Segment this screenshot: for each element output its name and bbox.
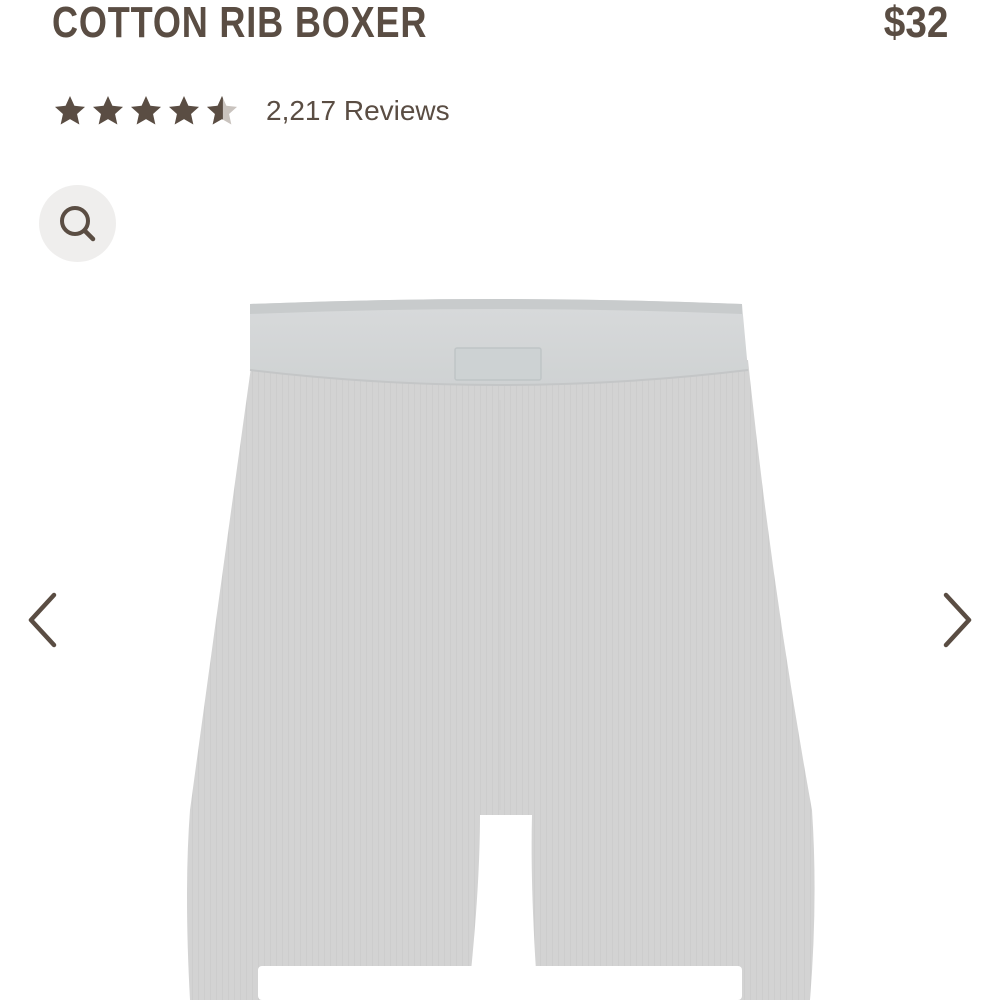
product-price: $32 [883,0,948,47]
half-star-icon [207,96,237,125]
boxer-body [187,360,815,1000]
zoom-search-button[interactable] [39,185,116,262]
chevron-right-icon [943,592,972,648]
rating-row[interactable]: 2,217 Reviews [52,90,450,132]
star-rating [52,93,242,129]
logo-patch [454,347,542,381]
thumbnail-card[interactable] [528,966,742,1000]
star-icon [55,96,85,125]
product-page: COTTON RIB BOXER $32 2,217 Reviews [0,0,1000,1000]
thumbnail-card[interactable] [258,966,520,1000]
star-icon [93,96,123,125]
star-icon [131,96,161,125]
star-icon [169,96,199,125]
previous-image-button[interactable] [22,590,62,650]
search-icon [59,205,95,241]
next-image-button[interactable] [938,590,978,650]
chevron-left-icon [28,592,57,648]
product-image[interactable] [150,290,850,1000]
product-title: COTTON RIB BOXER [52,0,428,47]
reviews-link[interactable]: 2,217 Reviews [266,95,450,127]
